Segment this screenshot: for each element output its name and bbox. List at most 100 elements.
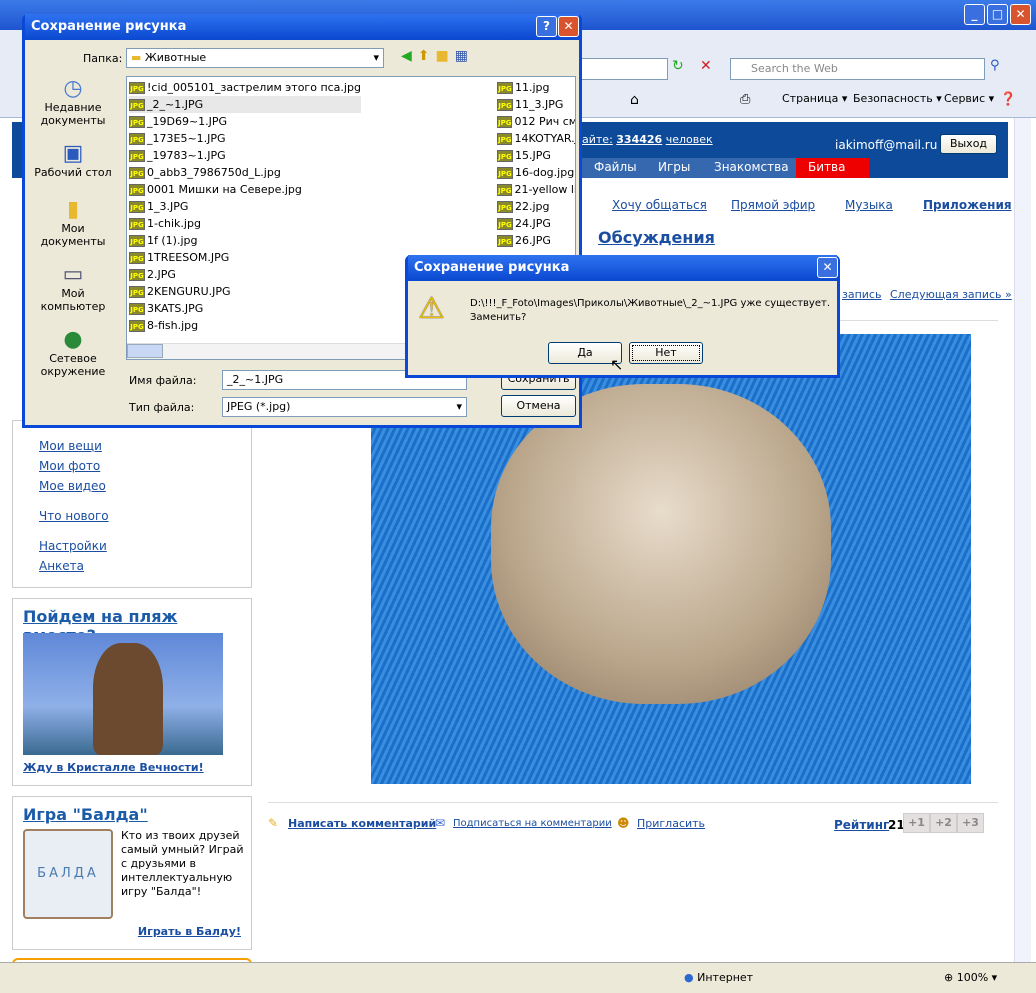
file-item[interactable]: JPG _19783~1.JPG — [129, 147, 361, 164]
tools-menu[interactable]: Сервис ▾ — [944, 92, 994, 105]
promo-link[interactable]: Жду в Кристалле Вечности! — [23, 761, 204, 774]
folder-select[interactable]: ▬ Животные ▾ — [126, 48, 384, 68]
link-want-chat[interactable]: Хочу общаться — [612, 198, 707, 212]
sidebar-item-photos[interactable]: Мои фото — [39, 459, 251, 473]
sidebar-item-settings[interactable]: Настройки — [39, 539, 251, 553]
mouse-cursor: ↖ — [610, 355, 624, 374]
file-item[interactable]: JPG !cid_005101_застрелим этого пса.jpg — [129, 79, 361, 96]
zoom-control[interactable]: ⊕ 100% ▾ — [944, 971, 997, 984]
network-icon: ● — [63, 327, 83, 352]
comment-icon: ✎ — [268, 816, 279, 830]
file-item[interactable]: JPG 11.jpg — [497, 79, 575, 96]
link-apps[interactable]: Приложения — [923, 198, 1012, 212]
file-item[interactable]: JPG 16-dog.jpg — [497, 164, 575, 181]
subscribe-icon: ✉ — [435, 816, 446, 830]
file-item[interactable]: JPG 15.JPG — [497, 147, 575, 164]
balda-logo[interactable]: БАЛДА — [23, 829, 113, 919]
file-name: 1TREESOM.JPG — [147, 251, 230, 264]
sidebar-item-news[interactable]: Что нового — [39, 509, 251, 523]
file-item[interactable]: JPG 3KATS.JPG — [129, 300, 361, 317]
file-name: _2_~1.JPG — [147, 98, 204, 111]
recent-icon: ◷ — [63, 76, 83, 101]
file-item[interactable]: JPG _173E5~1.JPG — [129, 130, 361, 147]
logout-button[interactable]: Выход — [940, 134, 997, 154]
balda-title[interactable]: Игра "Балда" — [23, 805, 148, 824]
file-item[interactable]: JPG012 Рич сме — [497, 113, 575, 130]
tab-dating[interactable]: Знакомства — [702, 158, 801, 178]
file-item[interactable]: JPG 2KENGURU.JPG — [129, 283, 361, 300]
address-bar[interactable] — [580, 58, 668, 80]
stop-icon[interactable]: ✕ — [700, 58, 720, 80]
file-item[interactable]: JPG 22.jpg — [497, 198, 575, 215]
search-icon[interactable]: ⚲ — [990, 58, 1020, 80]
vertical-scrollbar[interactable] — [1014, 118, 1031, 962]
help-icon[interactable]: ❓ — [1000, 92, 1016, 107]
file-item[interactable]: JPG 26.JPG — [497, 232, 575, 249]
maximize-button[interactable]: □ — [987, 4, 1008, 25]
file-item[interactable]: JPG _19D69~1.JPG — [129, 113, 361, 130]
tab-games[interactable]: Игры — [646, 158, 703, 178]
file-item[interactable]: JPG21-yellow lig — [497, 181, 575, 198]
up-folder-icon: ⬆ — [417, 48, 436, 64]
refresh-icon[interactable]: ↻ — [672, 58, 694, 80]
filename-label: Имя файла: — [129, 374, 197, 387]
jpg-file-icon: JPG — [497, 183, 513, 196]
page-menu[interactable]: Страница ▾ — [782, 92, 847, 105]
sidebar-item-profile[interactable]: Анкета — [39, 559, 251, 573]
file-item[interactable]: JPG 8-fish.jpg — [129, 317, 361, 334]
rate-plus1-button[interactable]: +1 — [903, 813, 930, 833]
home-icon[interactable]: ⌂ — [630, 92, 639, 108]
file-item[interactable]: JPG 1-chik.jpg — [129, 215, 361, 232]
prev-link[interactable]: запись — [842, 288, 881, 301]
file-item[interactable]: JPG 1f (1).jpg — [129, 232, 361, 249]
minimize-button[interactable]: _ — [964, 4, 985, 25]
sidebar-item-things[interactable]: Мои вещи — [39, 439, 251, 453]
file-item[interactable]: JPG 1_3.JPG — [129, 198, 361, 215]
jpg-file-icon: JPG — [497, 149, 513, 162]
place-network[interactable]: ● Сетевое окружение — [31, 327, 115, 378]
tab-battle[interactable]: Битва — [796, 158, 870, 178]
file-item[interactable]: JPG 0_abb3_7986750d_L.jpg — [129, 164, 361, 181]
invite-link[interactable]: Пригласить — [637, 817, 705, 830]
confirm-close-button[interactable]: ✕ — [817, 257, 838, 278]
no-button[interactable]: Нет — [629, 342, 703, 364]
section-title[interactable]: Обсуждения — [598, 228, 715, 247]
safety-menu[interactable]: Безопасность ▾ — [853, 92, 942, 105]
back-icon: ◀ — [401, 48, 418, 64]
place-desktop[interactable]: ▣ Рабочий стол — [31, 141, 115, 179]
jpg-file-icon: JPG — [129, 81, 145, 94]
write-comment-link[interactable]: Написать комментарий — [288, 817, 436, 830]
balda-link[interactable]: Играть в Балду! — [138, 925, 241, 938]
file-item[interactable]: JPG 1TREESOM.JPG — [129, 249, 361, 266]
file-name: 1_3.JPG — [147, 200, 189, 213]
view-menu-icon: ▦ — [454, 48, 474, 64]
sidebar-item-video[interactable]: Мое видео — [39, 479, 251, 493]
next-link[interactable]: Следующая запись » — [890, 288, 1012, 301]
link-live[interactable]: Прямой эфир — [731, 198, 815, 212]
help-button[interactable]: ? — [536, 16, 557, 37]
link-music[interactable]: Музыка — [845, 198, 893, 212]
online-count[interactable]: айте: 334426 человек — [582, 133, 713, 146]
search-input[interactable]: Search the Web — [730, 58, 985, 80]
dialog-close-button[interactable]: ✕ — [558, 16, 579, 37]
promo-image[interactable] — [23, 633, 223, 755]
file-item[interactable]: JPG 14KOTYAR.J — [497, 130, 575, 147]
close-button[interactable]: ✕ — [1010, 4, 1031, 25]
file-item[interactable]: JPG 2.JPG — [129, 266, 361, 283]
file-item[interactable]: JPG 0001 Мишки на Севере.jpg — [129, 181, 361, 198]
place-my-documents[interactable]: ▮ Мои документы — [31, 197, 115, 248]
folder-nav-icons[interactable]: ◀⬆■▦ — [401, 48, 474, 64]
print-icon[interactable]: ⎙ — [740, 92, 750, 107]
place-my-computer[interactable]: ▭ Мой компьютер — [31, 262, 115, 313]
rate-plus3-button[interactable]: +3 — [957, 813, 984, 833]
file-item[interactable]: JPG _2_~1.JPG — [129, 96, 361, 113]
filetype-select[interactable]: JPEG (*.jpg) ▾ — [222, 397, 467, 417]
file-item[interactable]: JPG 24.JPG — [497, 215, 575, 232]
rating-label[interactable]: Рейтинг — [834, 818, 889, 832]
place-recent[interactable]: ◷ Недавние документы — [31, 76, 115, 127]
subscribe-link[interactable]: Подписаться на комментарии — [453, 818, 612, 829]
rate-plus2-button[interactable]: +2 — [930, 813, 957, 833]
cancel-button[interactable]: Отмена — [501, 395, 576, 417]
file-item[interactable]: JPG 11_3.JPG — [497, 96, 575, 113]
tab-files[interactable]: Файлы — [582, 158, 649, 178]
